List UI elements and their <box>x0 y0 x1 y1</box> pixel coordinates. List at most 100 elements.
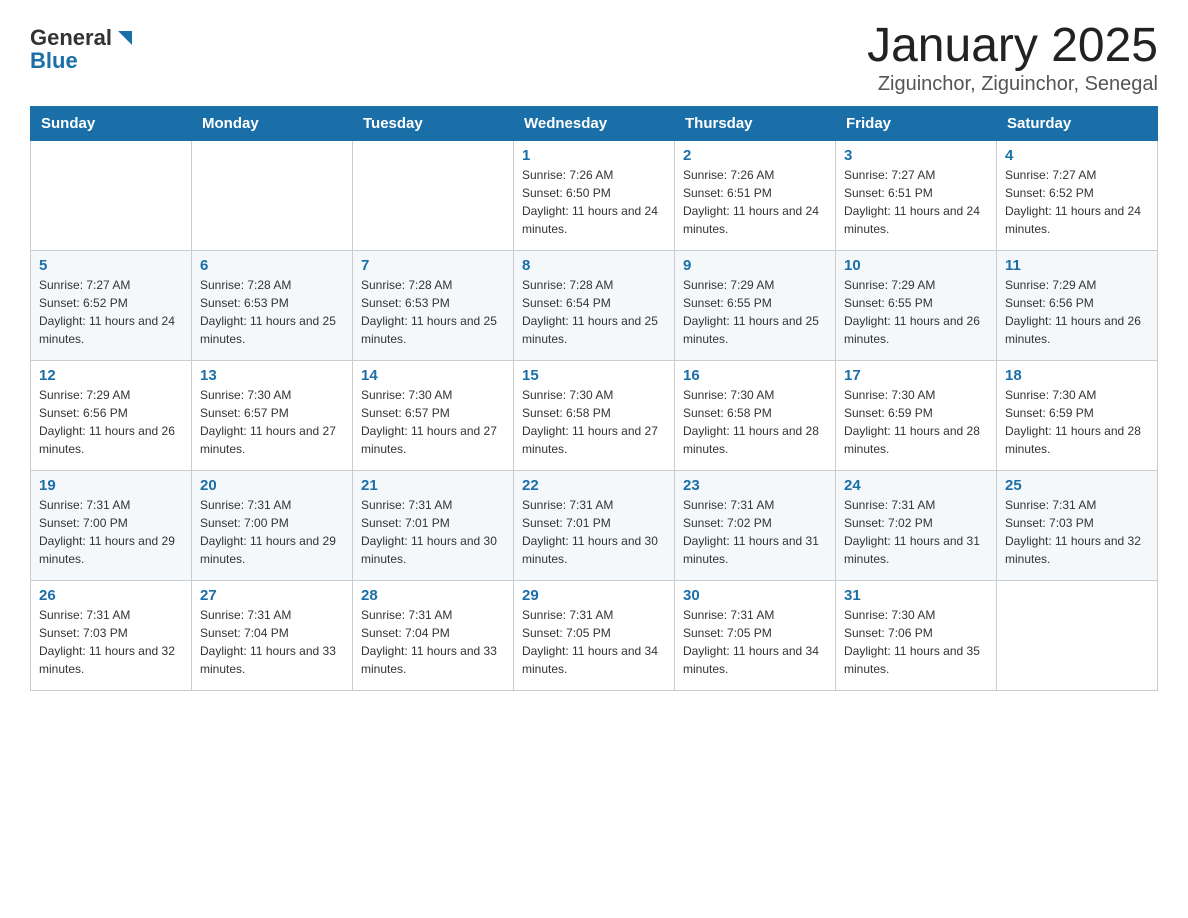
table-row: 3 Sunrise: 7:27 AM Sunset: 6:51 PM Daylig… <box>836 140 997 250</box>
day-info: Sunrise: 7:31 AM Sunset: 7:02 PM Dayligh… <box>683 496 827 568</box>
table-row <box>997 580 1158 690</box>
day-info: Sunrise: 7:30 AM Sunset: 6:58 PM Dayligh… <box>683 386 827 458</box>
table-row: 24Sunrise: 7:31 AM Sunset: 7:02 PM Dayli… <box>836 470 997 580</box>
table-row: 10 Sunrise: 7:29 AM Sunset: 6:55 PM Dayli… <box>836 250 997 360</box>
day-number: 22 <box>522 477 666 494</box>
table-row: 28 Sunrise: 7:31 AM Sunset: 7:04 PM Dayli… <box>353 580 514 690</box>
day-number: 5 <box>39 257 183 274</box>
day-number: 29 <box>522 587 666 604</box>
table-row: 30 Sunrise: 7:31 AM Sunset: 7:05 PM Dayli… <box>675 580 836 690</box>
table-row: 25 Sunrise: 7:31 AM Sunset: 7:03 PM Dayli… <box>997 470 1158 580</box>
table-row: 22Sunrise: 7:31 AM Sunset: 7:01 PM Dayli… <box>514 470 675 580</box>
table-row: 12 Sunrise: 7:29 AM Sunset: 6:56 PM Dayli… <box>31 360 192 470</box>
table-row: 27Sunrise: 7:31 AM Sunset: 7:04 PM Dayli… <box>192 580 353 690</box>
day-info: Sunrise: 7:31 AM Sunset: 7:03 PM Dayligh… <box>1005 496 1149 568</box>
day-info: Sunrise: 7:29 AM Sunset: 6:55 PM Dayligh… <box>683 276 827 348</box>
day-info: Sunrise: 7:31 AM Sunset: 7:01 PM Dayligh… <box>361 496 505 568</box>
table-row: 23 Sunrise: 7:31 AM Sunset: 7:02 PM Dayli… <box>675 470 836 580</box>
day-info: Sunrise: 7:27 AM Sunset: 6:52 PM Dayligh… <box>39 276 183 348</box>
page-header: General Blue January 2025 Ziguinchor, Zi… <box>30 20 1158 96</box>
day-info: Sunrise: 7:26 AM Sunset: 6:51 PM Dayligh… <box>683 166 827 238</box>
day-info: Sunrise: 7:29 AM Sunset: 6:56 PM Dayligh… <box>1005 276 1149 348</box>
table-row: 14 Sunrise: 7:30 AM Sunset: 6:57 PM Dayli… <box>353 360 514 470</box>
table-row: 26 Sunrise: 7:31 AM Sunset: 7:03 PM Dayli… <box>31 580 192 690</box>
day-number: 10 <box>844 257 988 274</box>
calendar-title-block: January 2025 Ziguinchor, Ziguinchor, Sen… <box>867 20 1158 96</box>
day-info: Sunrise: 7:28 AM Sunset: 6:53 PM Dayligh… <box>361 276 505 348</box>
day-info: Sunrise: 7:30 AM Sunset: 6:58 PM Dayligh… <box>522 386 666 458</box>
table-row: 7Sunrise: 7:28 AM Sunset: 6:53 PM Daylig… <box>353 250 514 360</box>
table-row: 20Sunrise: 7:31 AM Sunset: 7:00 PM Dayli… <box>192 470 353 580</box>
day-number: 15 <box>522 367 666 384</box>
day-number: 26 <box>39 587 183 604</box>
table-row: 17Sunrise: 7:30 AM Sunset: 6:59 PM Dayli… <box>836 360 997 470</box>
table-row: 11 Sunrise: 7:29 AM Sunset: 6:56 PM Dayli… <box>997 250 1158 360</box>
day-number: 30 <box>683 587 827 604</box>
day-info: Sunrise: 7:28 AM Sunset: 6:54 PM Dayligh… <box>522 276 666 348</box>
table-row: 16 Sunrise: 7:30 AM Sunset: 6:58 PM Dayli… <box>675 360 836 470</box>
day-info: Sunrise: 7:31 AM Sunset: 7:03 PM Dayligh… <box>39 606 183 678</box>
day-info: Sunrise: 7:30 AM Sunset: 7:06 PM Dayligh… <box>844 606 988 678</box>
calendar-week-row: 19 Sunrise: 7:31 AM Sunset: 7:00 PM Dayli… <box>31 470 1158 580</box>
table-row: 21Sunrise: 7:31 AM Sunset: 7:01 PM Dayli… <box>353 470 514 580</box>
day-info: Sunrise: 7:29 AM Sunset: 6:55 PM Dayligh… <box>844 276 988 348</box>
table-row: 8Sunrise: 7:28 AM Sunset: 6:54 PM Daylig… <box>514 250 675 360</box>
calendar-subtitle: Ziguinchor, Ziguinchor, Senegal <box>867 73 1158 96</box>
day-info: Sunrise: 7:31 AM Sunset: 7:05 PM Dayligh… <box>683 606 827 678</box>
day-number: 25 <box>1005 477 1149 494</box>
day-number: 28 <box>361 587 505 604</box>
table-row: 29 Sunrise: 7:31 AM Sunset: 7:05 PM Dayli… <box>514 580 675 690</box>
day-info: Sunrise: 7:29 AM Sunset: 6:56 PM Dayligh… <box>39 386 183 458</box>
calendar-title: January 2025 <box>867 20 1158 73</box>
day-number: 16 <box>683 367 827 384</box>
header-tuesday: Tuesday <box>353 106 514 140</box>
header-monday: Monday <box>192 106 353 140</box>
day-info: Sunrise: 7:31 AM Sunset: 7:05 PM Dayligh… <box>522 606 666 678</box>
day-info: Sunrise: 7:31 AM Sunset: 7:04 PM Dayligh… <box>361 606 505 678</box>
table-row: 1Sunrise: 7:26 AM Sunset: 6:50 PM Daylig… <box>514 140 675 250</box>
day-info: Sunrise: 7:28 AM Sunset: 6:53 PM Dayligh… <box>200 276 344 348</box>
table-row: 9 Sunrise: 7:29 AM Sunset: 6:55 PM Daylig… <box>675 250 836 360</box>
calendar-header-row: Sunday Monday Tuesday Wednesday Thursday… <box>31 106 1158 140</box>
day-number: 6 <box>200 257 344 274</box>
day-number: 4 <box>1005 147 1149 164</box>
header-sunday: Sunday <box>31 106 192 140</box>
day-number: 23 <box>683 477 827 494</box>
table-row <box>192 140 353 250</box>
day-info: Sunrise: 7:30 AM Sunset: 6:57 PM Dayligh… <box>361 386 505 458</box>
day-number: 1 <box>522 147 666 164</box>
calendar-week-row: 1Sunrise: 7:26 AM Sunset: 6:50 PM Daylig… <box>31 140 1158 250</box>
header-thursday: Thursday <box>675 106 836 140</box>
day-info: Sunrise: 7:27 AM Sunset: 6:52 PM Dayligh… <box>1005 166 1149 238</box>
day-number: 19 <box>39 477 183 494</box>
table-row: 5 Sunrise: 7:27 AM Sunset: 6:52 PM Daylig… <box>31 250 192 360</box>
day-number: 11 <box>1005 257 1149 274</box>
table-row <box>31 140 192 250</box>
calendar-week-row: 26 Sunrise: 7:31 AM Sunset: 7:03 PM Dayli… <box>31 580 1158 690</box>
day-number: 14 <box>361 367 505 384</box>
day-info: Sunrise: 7:31 AM Sunset: 7:00 PM Dayligh… <box>39 496 183 568</box>
header-wednesday: Wednesday <box>514 106 675 140</box>
table-row: 13Sunrise: 7:30 AM Sunset: 6:57 PM Dayli… <box>192 360 353 470</box>
header-friday: Friday <box>836 106 997 140</box>
day-info: Sunrise: 7:31 AM Sunset: 7:04 PM Dayligh… <box>200 606 344 678</box>
day-number: 12 <box>39 367 183 384</box>
day-number: 13 <box>200 367 344 384</box>
table-row: 2 Sunrise: 7:26 AM Sunset: 6:51 PM Daylig… <box>675 140 836 250</box>
day-number: 24 <box>844 477 988 494</box>
table-row: 18Sunrise: 7:30 AM Sunset: 6:59 PM Dayli… <box>997 360 1158 470</box>
day-number: 20 <box>200 477 344 494</box>
table-row: 19 Sunrise: 7:31 AM Sunset: 7:00 PM Dayli… <box>31 470 192 580</box>
day-number: 3 <box>844 147 988 164</box>
day-number: 2 <box>683 147 827 164</box>
logo-triangle-icon <box>114 27 132 45</box>
day-info: Sunrise: 7:27 AM Sunset: 6:51 PM Dayligh… <box>844 166 988 238</box>
table-row: 31 Sunrise: 7:30 AM Sunset: 7:06 PM Dayli… <box>836 580 997 690</box>
calendar-table: Sunday Monday Tuesday Wednesday Thursday… <box>30 106 1158 691</box>
day-number: 18 <box>1005 367 1149 384</box>
day-number: 31 <box>844 587 988 604</box>
calendar-week-row: 12 Sunrise: 7:29 AM Sunset: 6:56 PM Dayli… <box>31 360 1158 470</box>
day-number: 9 <box>683 257 827 274</box>
logo-general-text: General <box>30 27 112 49</box>
table-row <box>353 140 514 250</box>
